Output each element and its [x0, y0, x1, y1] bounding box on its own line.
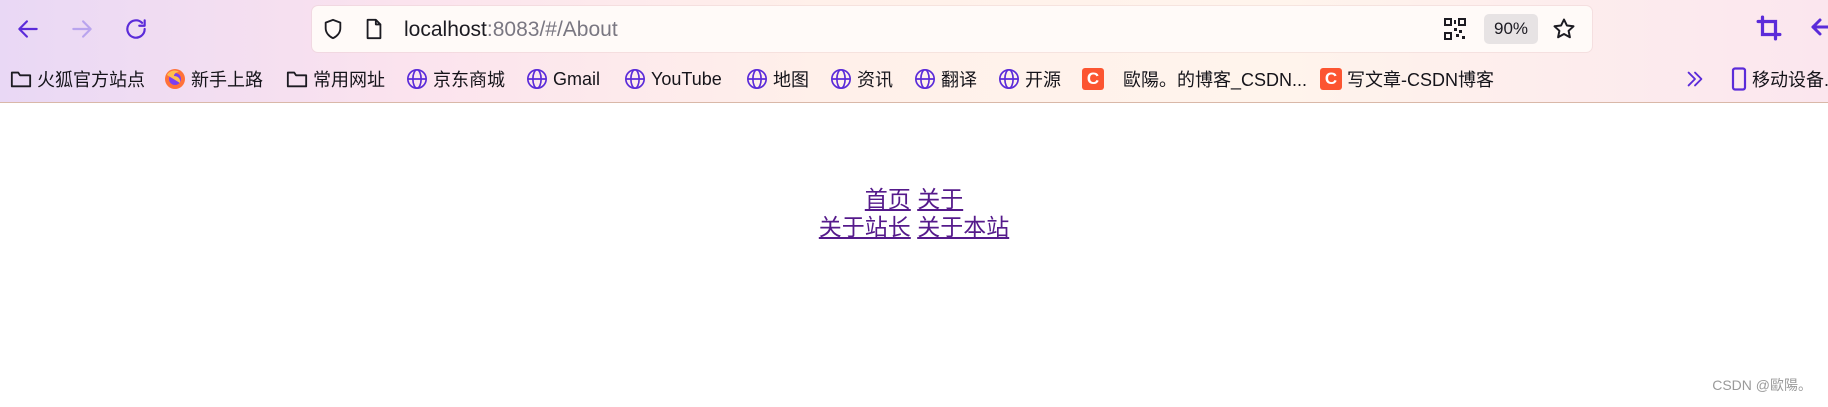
- bookmark-label: Gmail: [553, 68, 601, 89]
- shield-icon[interactable]: [322, 18, 344, 45]
- csdn-icon-letter: C: [1320, 68, 1342, 90]
- csdn-watermark: CSDN @歐陽。: [1712, 377, 1812, 393]
- globe-icon: [526, 68, 548, 90]
- url-text[interactable]: localhost:8083/#/About: [404, 18, 618, 42]
- main-nav: 首页 关于: [0, 185, 1828, 213]
- bookmark-label: 地图: [773, 70, 809, 90]
- url-host: localhost: [404, 18, 487, 41]
- nav-link-about-site[interactable]: 关于本站: [917, 214, 1009, 240]
- bookmark-label: 新手上路: [191, 70, 263, 90]
- nav-link-about-owner[interactable]: 关于站长: [819, 214, 911, 240]
- page-content: 首页 关于 关于站长 关于本站 CSDN @歐陽。: [0, 103, 1828, 407]
- bookmark-getting-started[interactable]: 新手上路: [164, 66, 263, 92]
- csdn-icon: C: [1320, 68, 1342, 90]
- bookmark-news[interactable]: 资讯: [830, 66, 893, 92]
- mobile-icon: [1728, 67, 1750, 91]
- bookmark-folder-common-sites[interactable]: 常用网址: [286, 66, 385, 92]
- url-path: :8083/#/About: [486, 18, 618, 41]
- qr-code-icon[interactable]: [1444, 18, 1466, 45]
- bookmark-translate[interactable]: 翻译: [914, 66, 977, 92]
- csdn-icon: C: [1082, 68, 1104, 90]
- bookmark-label: YouTube: [651, 68, 722, 89]
- globe-icon: [406, 68, 428, 90]
- nav-link-about[interactable]: 关于: [917, 186, 963, 212]
- bookmark-mobile-devices[interactable]: 移动设备...: [1728, 66, 1828, 92]
- bookmark-label: 资讯: [857, 70, 893, 90]
- globe-icon: [998, 68, 1020, 90]
- overflow-arrow-icon[interactable]: [1810, 15, 1828, 46]
- bookmark-folder-firefox-official[interactable]: 火狐官方站点: [10, 66, 145, 92]
- globe-icon: [914, 68, 936, 90]
- bookmark-label: 歐陽。的博客_CSDN...: [1123, 70, 1308, 90]
- bookmark-star-icon[interactable]: [1552, 17, 1576, 46]
- globe-icon: [830, 68, 852, 90]
- bookmark-maps[interactable]: 地图: [746, 66, 809, 92]
- screenshot-crop-icon[interactable]: [1756, 15, 1782, 46]
- bookmark-label: 移动设备...: [1752, 70, 1828, 90]
- forward-button[interactable]: [64, 11, 100, 47]
- bookmark-csdn-blog[interactable]: C 歐陽。的博客_CSDN...: [1082, 66, 1307, 92]
- bookmark-label: 常用网址: [313, 70, 385, 90]
- sub-nav: 关于站长 关于本站: [0, 213, 1828, 241]
- csdn-icon-letter: C: [1082, 68, 1104, 90]
- bookmark-label: 写文章-CSDN博客: [1347, 70, 1494, 90]
- zoom-level-button[interactable]: 90%: [1484, 14, 1539, 44]
- reload-icon: [126, 19, 146, 39]
- nav-link-home[interactable]: 首页: [865, 186, 911, 212]
- bookmark-label: 火狐官方站点: [37, 70, 145, 90]
- back-button[interactable]: [10, 11, 46, 47]
- address-bar[interactable]: localhost:8083/#/About 90%: [312, 6, 1592, 52]
- bookmark-label: 开源: [1025, 70, 1061, 90]
- bookmark-youtube[interactable]: YouTube: [624, 66, 722, 92]
- bookmarks-bar: 火狐官方站点 新手上路 常用网址 京东商城 Gmail YouTube 地图 资…: [0, 58, 1828, 102]
- reload-button[interactable]: [118, 11, 154, 47]
- bookmark-gmail[interactable]: Gmail: [526, 66, 600, 92]
- page-info-icon[interactable]: [364, 18, 384, 45]
- bookmark-label: 翻译: [941, 70, 977, 90]
- browser-toolbar: localhost:8083/#/About 90%: [0, 0, 1828, 58]
- arrow-left-icon: [18, 20, 38, 38]
- folder-icon: [10, 68, 32, 90]
- bookmark-csdn-write[interactable]: C 写文章-CSDN博客: [1320, 66, 1494, 92]
- globe-icon: [746, 68, 768, 90]
- chevron-double-right-icon: [1684, 68, 1706, 90]
- folder-icon: [286, 68, 308, 90]
- bookmarks-overflow-button[interactable]: [1684, 66, 1711, 92]
- browser-chrome: localhost:8083/#/About 90% 火狐官方站点 新手上路 常…: [0, 0, 1828, 103]
- bookmark-jd[interactable]: 京东商城: [406, 66, 505, 92]
- arrow-right-icon: [72, 20, 92, 38]
- globe-icon: [624, 68, 646, 90]
- bookmark-label: 京东商城: [433, 70, 505, 90]
- bookmark-open-source[interactable]: 开源: [998, 66, 1061, 92]
- firefox-icon: [164, 68, 186, 90]
